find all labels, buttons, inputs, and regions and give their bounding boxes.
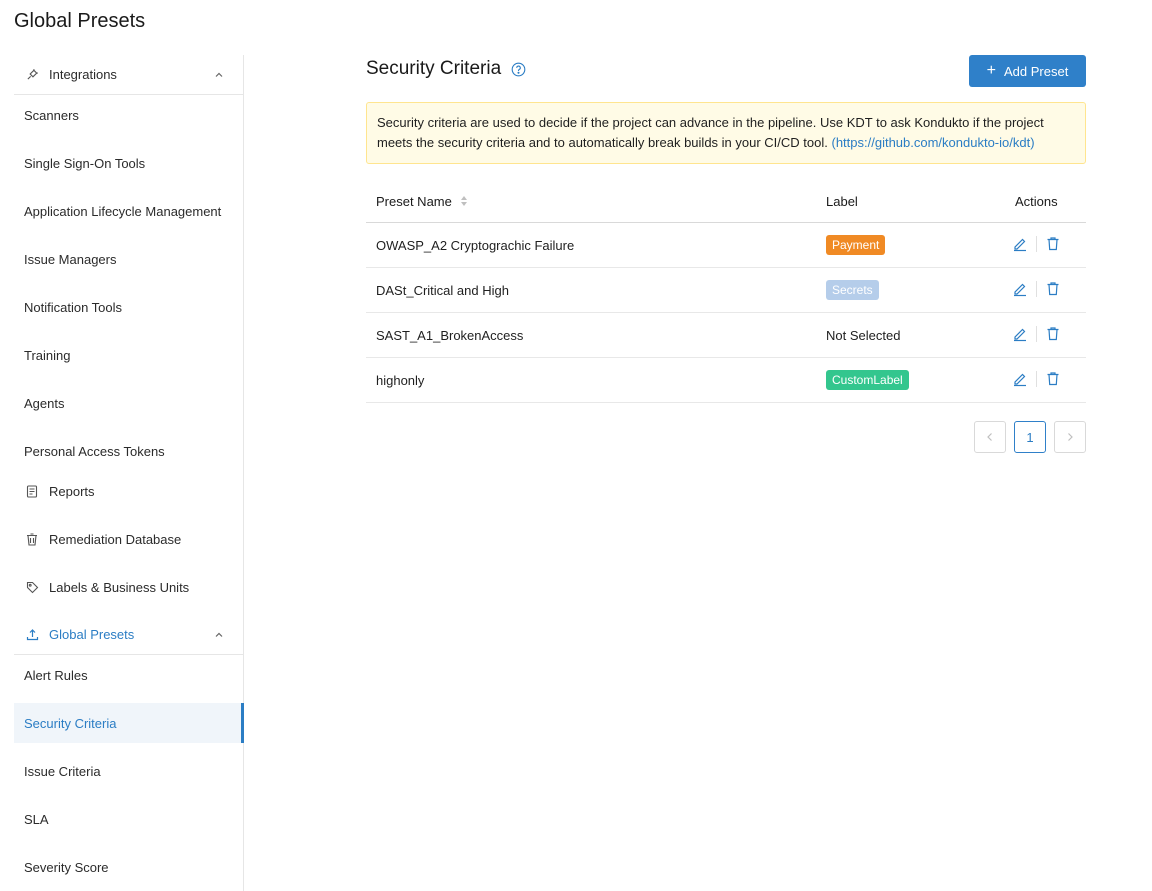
table-row: OWASP_A2 Cryptograchic Failure Payment	[366, 223, 1086, 268]
column-header-preset-name[interactable]: Preset Name	[376, 194, 468, 209]
help-icon[interactable]	[511, 62, 526, 77]
next-page-button[interactable]	[1054, 421, 1086, 453]
sidebar: Integrations Scanners Single Sign-On Too…	[14, 55, 244, 891]
sidebar-item-label: Severity Score	[24, 859, 109, 875]
label-badge: Payment	[826, 235, 886, 255]
presets-table: Preset Name Label Actions OWASP_A2 Crypt…	[366, 180, 1086, 403]
edit-icon[interactable]	[1012, 371, 1028, 387]
sidebar-item-remediation-database[interactable]: Remediation Database	[14, 519, 243, 559]
section-title: Security Criteria	[366, 58, 502, 79]
page-button-current[interactable]: 1	[1014, 421, 1046, 453]
sidebar-item-label: Application Lifecycle Management	[24, 203, 222, 219]
preset-name: highonly	[376, 373, 425, 388]
preset-name: DASt_Critical and High	[376, 283, 509, 298]
label-text: Not Selected	[826, 328, 901, 343]
sidebar-item-label: Personal Access Tokens	[24, 443, 165, 459]
sidebar-item-label: Integrations	[49, 67, 117, 82]
sidebar-item-label: Issue Criteria	[24, 763, 101, 779]
preset-name: OWASP_A2 Cryptograchic Failure	[376, 238, 575, 253]
column-header-label: Label	[826, 193, 858, 209]
sidebar-item-sla[interactable]: SLA	[14, 799, 243, 839]
sidebar-item-label: Alert Rules	[24, 667, 88, 683]
delete-icon[interactable]	[1045, 371, 1061, 387]
report-icon	[25, 484, 39, 498]
plug-icon	[25, 68, 39, 82]
sidebar-item-label: Remediation Database	[49, 531, 182, 547]
sidebar-item-labels-business-units[interactable]: Labels & Business Units	[14, 567, 243, 607]
sidebar-item-label: Single Sign-On Tools	[24, 155, 146, 171]
plus-icon: +	[986, 62, 996, 79]
edit-icon[interactable]	[1012, 236, 1028, 252]
sidebar-item-scanners[interactable]: Scanners	[14, 95, 243, 135]
sidebar-group-global-presets[interactable]: Global Presets	[14, 615, 243, 655]
pagination: 1	[974, 421, 1086, 453]
sidebar-item-security-criteria[interactable]: Security Criteria	[14, 703, 244, 743]
sidebar-item-label: Agents	[24, 395, 65, 411]
sidebar-item-label: Labels & Business Units	[49, 579, 190, 595]
edit-icon[interactable]	[1012, 281, 1028, 297]
prev-page-button[interactable]	[974, 421, 1006, 453]
sidebar-item-label: Security Criteria	[24, 715, 117, 731]
sidebar-item-issue-managers[interactable]: Issue Managers	[14, 239, 243, 279]
sidebar-item-agents[interactable]: Agents	[14, 383, 243, 423]
kdt-link[interactable]: (https://github.com/kondukto-io/kdt)	[831, 135, 1034, 150]
chevron-up-icon	[215, 72, 223, 77]
label-badge: Secrets	[826, 280, 879, 300]
delete-icon[interactable]	[1045, 326, 1061, 342]
sidebar-item-label: Notification Tools	[24, 299, 123, 315]
table-row: SAST_A1_BrokenAccess Not Selected	[366, 313, 1086, 358]
sidebar-item-label: Training	[24, 347, 71, 363]
add-preset-label: Add Preset	[1004, 63, 1069, 79]
chevron-right-icon	[1068, 433, 1073, 441]
sidebar-item-label: SLA	[24, 811, 49, 827]
table-header: Preset Name Label Actions	[366, 180, 1086, 223]
column-header-label: Preset Name	[376, 193, 452, 209]
chevron-left-icon	[987, 433, 992, 441]
page-title: Global Presets	[14, 10, 146, 32]
sidebar-item-severity-score[interactable]: Severity Score	[14, 847, 243, 887]
table-row: DASt_Critical and High Secrets	[366, 268, 1086, 313]
sidebar-group-integrations[interactable]: Integrations	[14, 55, 243, 95]
preset-name: SAST_A1_BrokenAccess	[376, 328, 524, 343]
delete-icon[interactable]	[1045, 236, 1061, 252]
chevron-up-icon	[215, 632, 223, 637]
sidebar-item-label: Global Presets	[49, 627, 135, 642]
sidebar-item-training[interactable]: Training	[14, 335, 243, 375]
sidebar-item-issue-criteria[interactable]: Issue Criteria	[14, 751, 243, 791]
column-header-actions: Actions	[1015, 193, 1058, 209]
delete-icon[interactable]	[1045, 281, 1061, 297]
tag-icon	[25, 580, 39, 594]
sort-icon[interactable]	[460, 195, 468, 207]
table-row: highonly CustomLabel	[366, 358, 1086, 403]
sidebar-item-label: Issue Managers	[24, 251, 117, 267]
upload-icon	[25, 628, 39, 642]
database-icon	[25, 532, 39, 546]
sidebar-item-label: Scanners	[24, 107, 79, 123]
add-preset-button[interactable]: + Add Preset	[969, 55, 1086, 87]
sidebar-item-label: Reports	[49, 483, 95, 499]
label-badge: CustomLabel	[826, 370, 909, 390]
sidebar-item-alert-rules[interactable]: Alert Rules	[14, 655, 243, 695]
section-header: Security Criteria	[366, 58, 526, 80]
sidebar-item-reports[interactable]: Reports	[14, 471, 243, 511]
sidebar-item-alm[interactable]: Application Lifecycle Management	[14, 191, 243, 231]
sidebar-item-personal-access-tokens[interactable]: Personal Access Tokens	[14, 431, 243, 471]
sidebar-item-sso-tools[interactable]: Single Sign-On Tools	[14, 143, 243, 183]
info-alert: Security criteria are used to decide if …	[366, 102, 1086, 164]
edit-icon[interactable]	[1012, 326, 1028, 342]
sidebar-item-notification-tools[interactable]: Notification Tools	[14, 287, 243, 327]
